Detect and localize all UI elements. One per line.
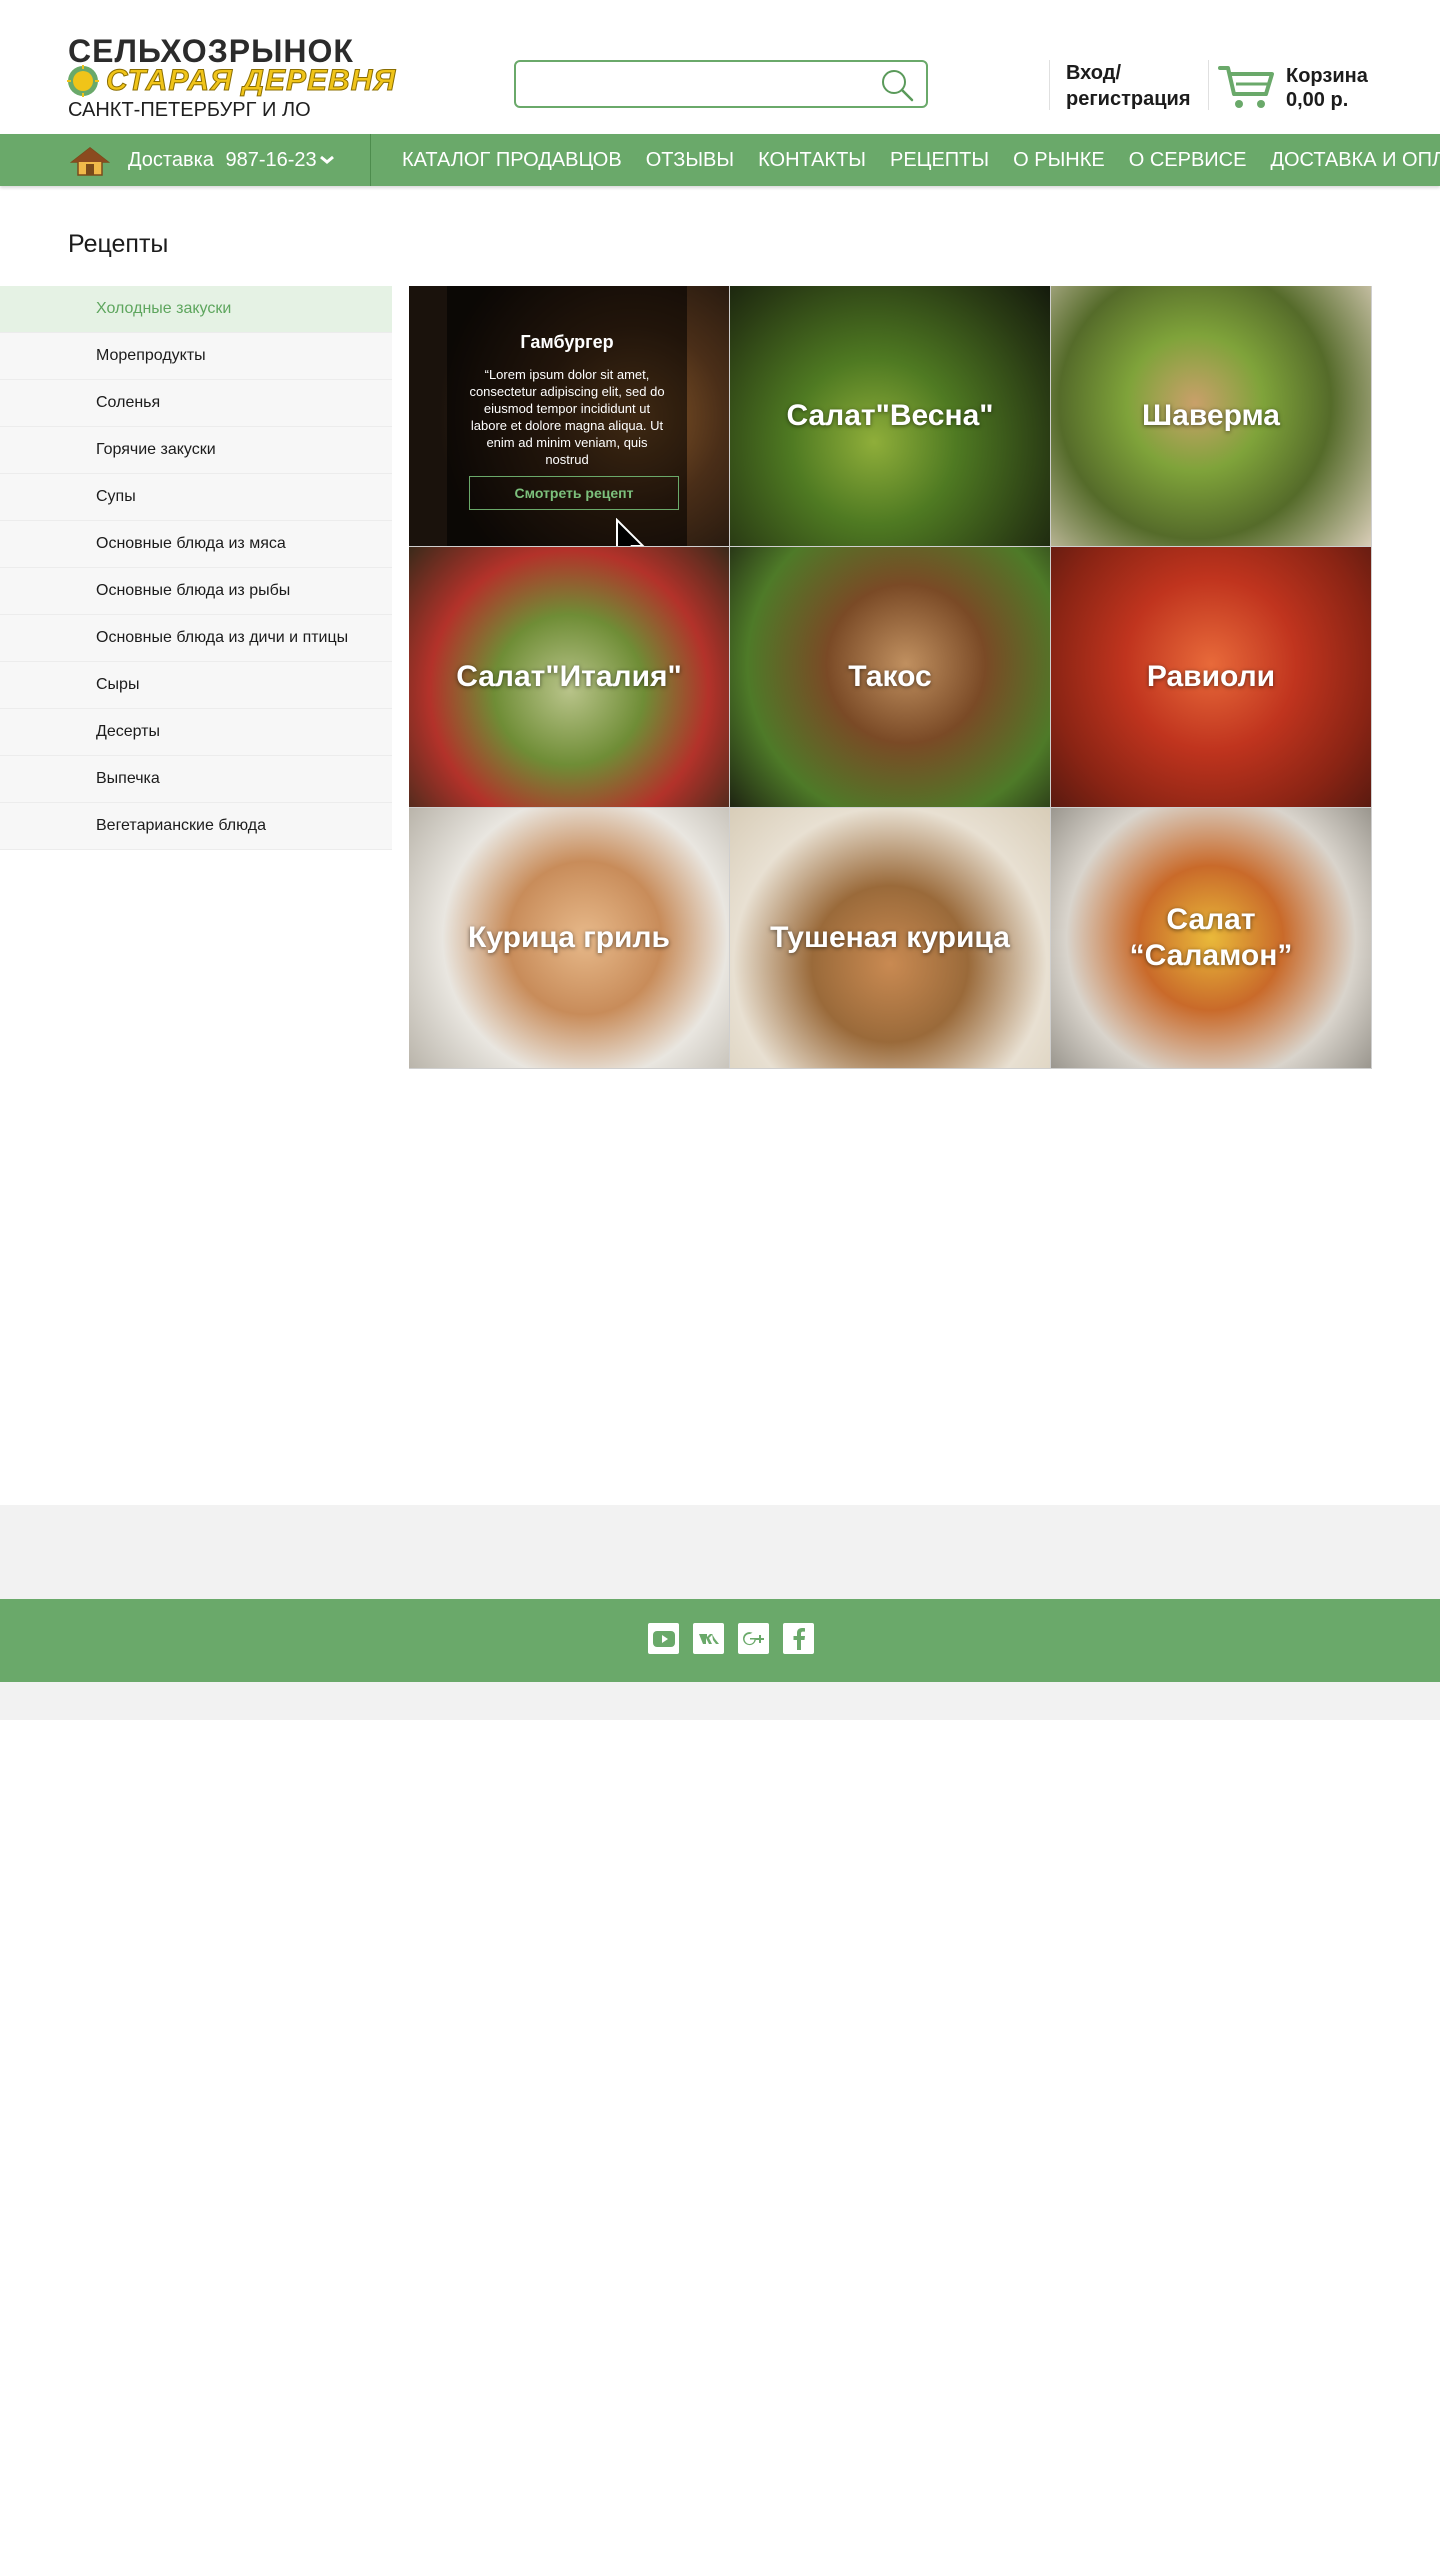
footer-bottom bbox=[0, 1682, 1440, 1720]
mouse-cursor-icon bbox=[616, 518, 645, 546]
sidebar-item-pickles[interactable]: Соленья bbox=[0, 380, 392, 427]
nav-item-recipes[interactable]: РЕЦЕПТЫ bbox=[890, 149, 989, 172]
sun-icon bbox=[67, 65, 99, 97]
nav-item-sellers[interactable]: КАТАЛОГ ПРОДАВЦОВ bbox=[402, 149, 622, 172]
recipe-hover-overlay: Гамбургер “Lorem ipsum dolor sit amet, c… bbox=[447, 286, 687, 546]
recipe-tile-burger[interactable]: Гамбургер “Lorem ipsum dolor sit amet, c… bbox=[409, 286, 730, 547]
recipe-title: Салат"Италия" bbox=[456, 660, 682, 693]
header: СЕЛЬХОЗРЫНОК СТАРАЯ ДЕРЕВНЯ САНКТ-ПЕТЕРБ… bbox=[0, 0, 1440, 134]
page-title: Рецепты bbox=[68, 230, 169, 258]
sidebar-item-desserts[interactable]: Десерты bbox=[0, 709, 392, 756]
recipe-title: Равиоли bbox=[1146, 660, 1276, 693]
sidebar-item-soups[interactable]: Супы bbox=[0, 474, 392, 521]
view-recipe-button[interactable]: Смотреть рецепт bbox=[469, 476, 679, 510]
search-box[interactable] bbox=[514, 60, 928, 108]
login-link[interactable]: Вход/ регистрация bbox=[1066, 60, 1196, 112]
search-input[interactable] bbox=[526, 70, 870, 100]
recipe-title: Тушеная курица bbox=[770, 921, 1010, 954]
sidebar-item-vegetarian[interactable]: Вегетарианские блюда bbox=[0, 803, 392, 850]
delivery-label: Доставка bbox=[128, 149, 214, 171]
category-sidebar: Холодные закуски Морепродукты Соленья Го… bbox=[0, 286, 392, 850]
logo-region: САНКТ-ПЕТЕРБУРГ И ЛО bbox=[68, 99, 311, 121]
sidebar-item-fish[interactable]: Основные блюда из рыбы bbox=[0, 568, 392, 615]
nav-item-about-market[interactable]: О РЫНКЕ bbox=[1013, 149, 1105, 172]
delivery-info: Доставка 987-16-23 bbox=[128, 149, 317, 172]
nav-item-contacts[interactable]: КОНТАКТЫ bbox=[758, 149, 866, 172]
recipe-tile[interactable]: Шаверма bbox=[1051, 286, 1372, 547]
main-navbar: Доставка 987-16-23 КАТАЛОГ ПРОДАВЦОВ ОТЗ… bbox=[0, 134, 1440, 186]
vk-icon[interactable] bbox=[693, 1623, 724, 1654]
sidebar-item-hot-appetizers[interactable]: Горячие закуски bbox=[0, 427, 392, 474]
sidebar-item-cheese[interactable]: Сыры bbox=[0, 662, 392, 709]
nav-item-about-service[interactable]: О СЕРВИСЕ bbox=[1129, 149, 1247, 172]
recipe-title: Салат “Саламон” bbox=[1129, 903, 1293, 972]
search-icon[interactable] bbox=[880, 68, 914, 102]
sidebar-item-cold-appetizers[interactable]: Холодные закуски bbox=[0, 286, 392, 333]
recipe-grid: Гамбургер “Lorem ipsum dolor sit amet, c… bbox=[409, 286, 1375, 1071]
logo-title: СЕЛЬХОЗРЫНОК bbox=[68, 33, 354, 69]
recipe-tile[interactable]: Салат “Саламон” bbox=[1051, 808, 1372, 1069]
sidebar-item-seafood[interactable]: Морепродукты bbox=[0, 333, 392, 380]
footer-top bbox=[0, 1505, 1440, 1599]
recipe-tile[interactable]: Курица гриль bbox=[409, 808, 730, 1069]
cart-amount: 0,00 р. bbox=[1286, 89, 1349, 111]
sidebar-item-bakery[interactable]: Выпечка bbox=[0, 756, 392, 803]
cart-summary[interactable]: Корзина 0,00 р. bbox=[1286, 64, 1368, 112]
recipe-title: Салат"Весна" bbox=[786, 399, 994, 432]
recipe-hover-title: Гамбургер bbox=[520, 332, 614, 352]
sidebar-item-meat[interactable]: Основные блюда из мяса bbox=[0, 521, 392, 568]
cart-label: Корзина bbox=[1286, 65, 1368, 87]
nav-item-reviews[interactable]: ОТЗЫВЫ bbox=[646, 149, 734, 172]
nav-divider bbox=[370, 134, 371, 186]
recipe-hover-description: “Lorem ipsum dolor sit amet, consectetur… bbox=[469, 367, 665, 467]
youtube-icon[interactable] bbox=[648, 1623, 679, 1654]
recipe-title: Такос bbox=[848, 660, 932, 693]
recipe-tile[interactable]: Салат"Италия" bbox=[409, 547, 730, 808]
chevron-down-icon[interactable] bbox=[318, 151, 336, 169]
logo[interactable]: СЕЛЬХОЗРЫНОК СТАРАЯ ДЕРЕВНЯ САНКТ-ПЕТЕРБ… bbox=[66, 33, 396, 124]
recipe-title: Шаверма bbox=[1142, 399, 1280, 432]
sidebar-item-game-poultry[interactable]: Основные блюда из дичи и птицы bbox=[0, 615, 392, 662]
recipe-tile[interactable]: Тушеная курица bbox=[730, 808, 1051, 1069]
recipe-tile[interactable]: Салат"Весна" bbox=[730, 286, 1051, 547]
facebook-icon[interactable] bbox=[783, 1623, 814, 1654]
recipe-tile[interactable]: Такос bbox=[730, 547, 1051, 808]
recipe-tile[interactable]: Равиоли bbox=[1051, 547, 1372, 808]
cart-icon[interactable] bbox=[1218, 62, 1276, 112]
nav-item-delivery[interactable]: ДОСТАВКА И ОПЛАТА bbox=[1270, 149, 1440, 172]
recipe-title: Курица гриль bbox=[468, 921, 670, 954]
header-divider bbox=[1049, 60, 1050, 110]
nav-menu: КАТАЛОГ ПРОДАВЦОВ ОТЗЫВЫ КОНТАКТЫ РЕЦЕПТ… bbox=[402, 134, 1440, 186]
home-icon[interactable] bbox=[70, 146, 110, 176]
logo-subtitle: СТАРАЯ ДЕРЕВНЯ bbox=[105, 64, 397, 98]
delivery-phone[interactable]: 987-16-23 bbox=[225, 149, 316, 171]
header-divider bbox=[1208, 60, 1209, 110]
google-plus-icon[interactable] bbox=[738, 1623, 769, 1654]
social-links bbox=[648, 1623, 814, 1654]
